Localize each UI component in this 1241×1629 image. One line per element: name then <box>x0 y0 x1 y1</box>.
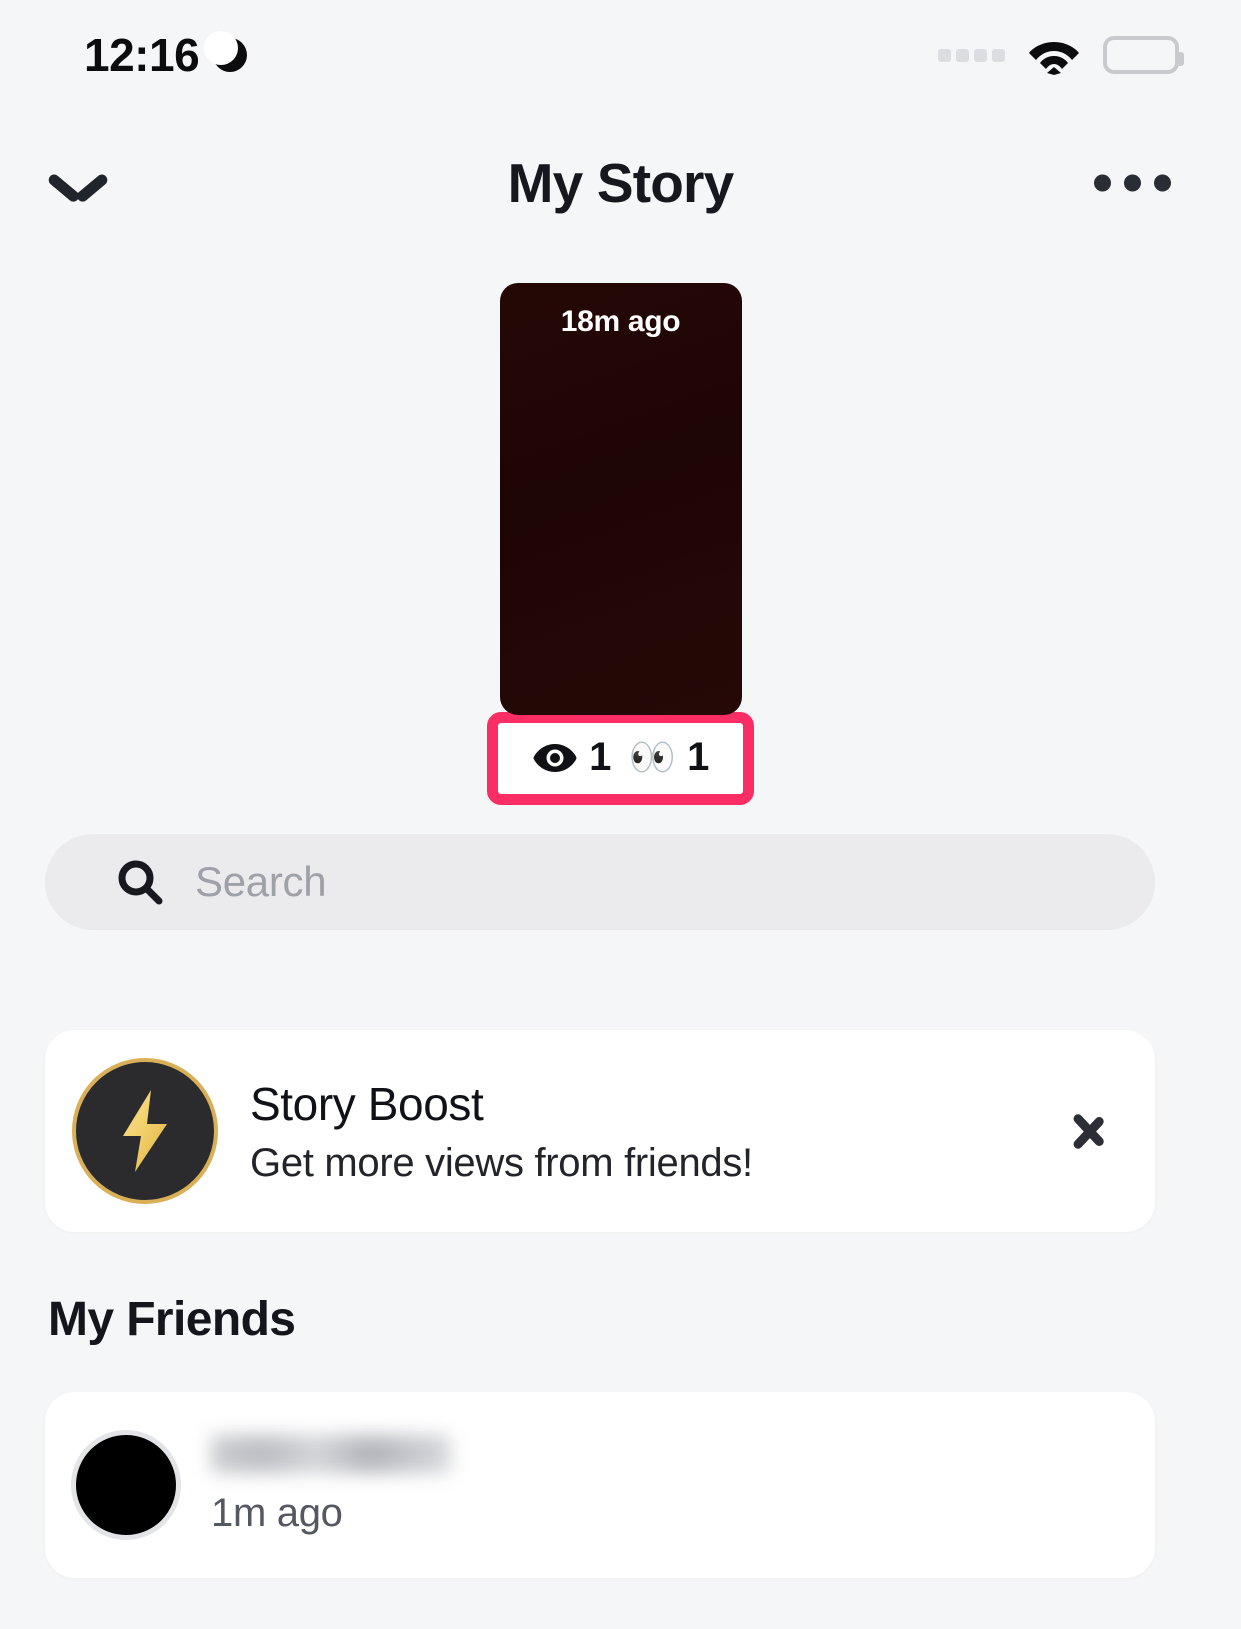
status-bar-right <box>938 35 1184 75</box>
view-count: 1 <box>589 735 611 779</box>
crescent-moon-icon <box>204 31 248 72</box>
status-bar-left: 12:16 <box>84 28 248 82</box>
story-stats-highlight[interactable]: 1 👀 1 <box>487 712 754 805</box>
story-boost-subtitle: Get more views from friends! <box>250 1140 753 1185</box>
avatar[interactable] <box>71 1430 181 1540</box>
battery-full-icon <box>1103 36 1184 74</box>
friend-list-item[interactable]: 1m ago <box>45 1392 1155 1578</box>
my-story-screen: 12:16 My Story 18m ago 1 👀 1 Search Stor… <box>0 0 1241 1629</box>
nav-bar: My Story <box>0 128 1241 238</box>
story-timestamp: 18m ago <box>560 305 681 338</box>
friend-name-redacted <box>211 1434 451 1473</box>
back-button[interactable] <box>36 141 120 225</box>
eye-icon <box>532 743 578 773</box>
wifi-icon <box>1027 35 1081 75</box>
search-bar[interactable]: Search <box>45 834 1155 930</box>
story-preview-section: 18m ago 1 👀 1 <box>0 283 1241 805</box>
more-horizontal-icon <box>1094 174 1111 192</box>
friend-timestamp: 1m ago <box>211 1490 343 1535</box>
status-time: 12:16 <box>84 29 200 81</box>
story-boost-card[interactable]: Story Boost Get more views from friends! <box>45 1030 1155 1232</box>
search-icon <box>117 859 163 905</box>
status-bar: 12:16 <box>0 0 1241 110</box>
search-input[interactable]: Search <box>195 858 327 906</box>
friend-info: 1m ago <box>211 1434 451 1536</box>
lightning-bolt-icon <box>72 1058 218 1204</box>
page-title: My Story <box>507 152 735 214</box>
more-options-button[interactable] <box>1072 153 1193 214</box>
eyes-emoji-icon: 👀 <box>628 736 677 779</box>
signal-dots-icon <box>938 48 1005 62</box>
chevron-right-icon[interactable] <box>1073 1103 1103 1159</box>
screenshot-count: 1 <box>687 735 709 779</box>
screenshot-count-group: 👀 1 <box>628 735 710 780</box>
story-thumbnail[interactable]: 18m ago <box>499 283 742 715</box>
chevron-down-icon <box>50 167 106 199</box>
view-count-group: 1 <box>532 735 611 780</box>
story-boost-text: Story Boost Get more views from friends! <box>250 1077 1073 1186</box>
my-friends-heading: My Friends <box>48 1293 296 1346</box>
story-boost-title: Story Boost <box>250 1077 484 1130</box>
